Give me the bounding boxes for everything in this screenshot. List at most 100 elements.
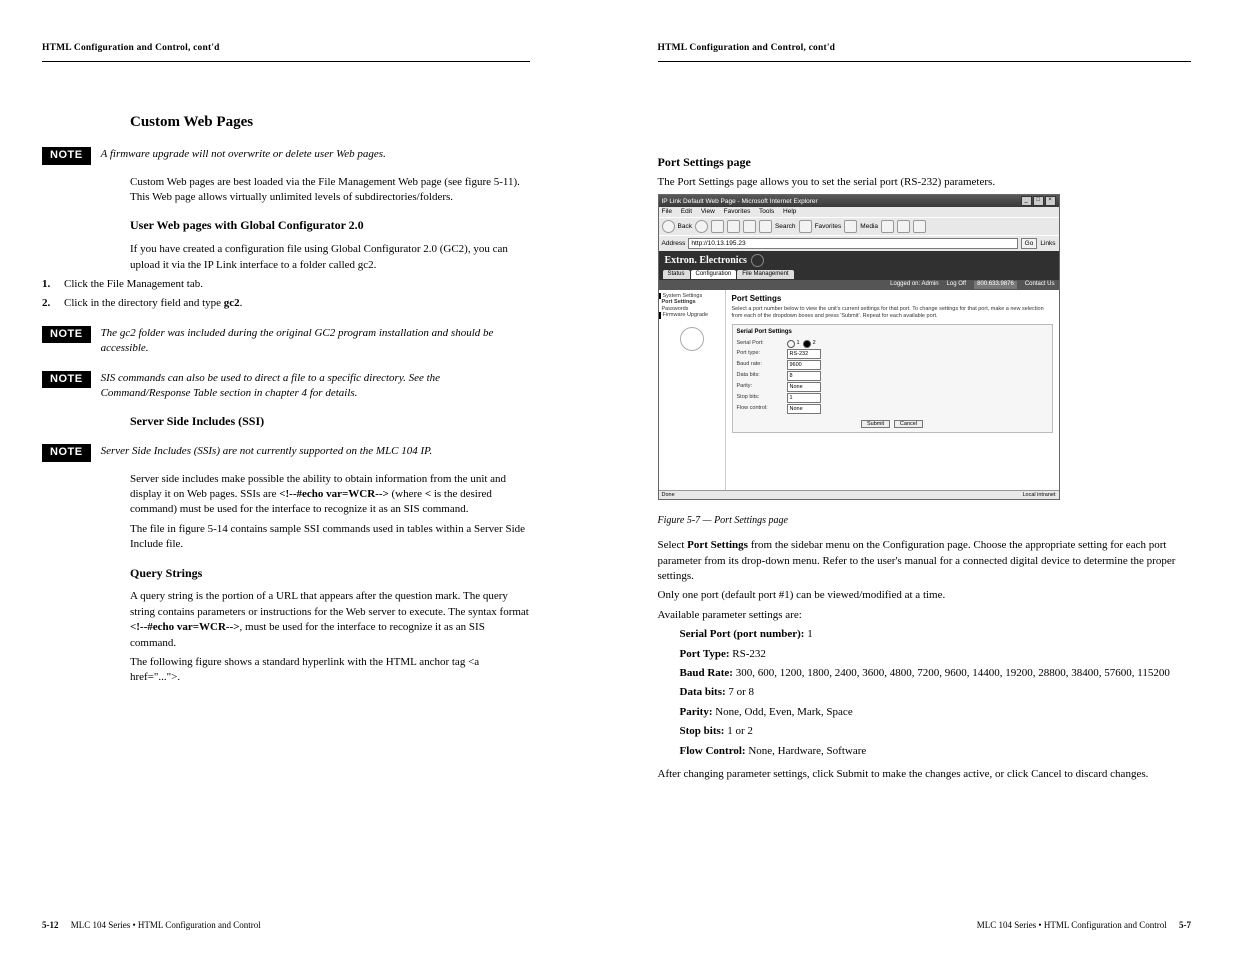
search-label: Search — [775, 223, 796, 231]
menu-file[interactable]: File — [662, 208, 672, 215]
logoff-link[interactable]: Log Off — [947, 281, 967, 288]
paragraph: Select Port Settings from the sidebar me… — [658, 538, 1192, 584]
print-icon[interactable] — [913, 220, 926, 233]
maximize-icon[interactable]: □ — [1033, 196, 1044, 206]
settings-panel: Serial Port Settings Serial Port: 1 2 Po… — [732, 324, 1053, 433]
tab-file-management[interactable]: File Management — [737, 270, 793, 279]
paragraph: After changing parameter settings, click… — [658, 767, 1192, 782]
sidebar-item-port[interactable]: Port Settings — [662, 299, 722, 306]
paragraph: The following figure shows a standard hy… — [130, 655, 530, 686]
subsection-title: Port Settings page — [658, 154, 1192, 171]
window-titlebar: IP Link Default Web Page - Microsoft Int… — [659, 195, 1059, 207]
phone: 800.633.9876 — [974, 281, 1017, 288]
row-parity: Parity: None — [737, 382, 1048, 392]
radio-port-2[interactable] — [803, 340, 811, 348]
button-row: Submit Cancel — [737, 420, 1048, 429]
select-port-type[interactable]: RS-232 — [787, 349, 821, 359]
back-icon[interactable] — [662, 220, 675, 233]
screenshot-port-settings: IP Link Default Web Page - Microsoft Int… — [658, 194, 1060, 500]
radio-port-1[interactable] — [787, 340, 795, 348]
contact-link[interactable]: Contact Us — [1025, 281, 1055, 288]
select-stop[interactable]: 1 — [787, 393, 821, 403]
address-label: Address — [662, 240, 686, 248]
left-page: HTML Configuration and Control, cont'd C… — [0, 0, 618, 954]
submit-button[interactable]: Submit — [861, 420, 890, 429]
paragraph: A query string is the portion of a URL t… — [130, 589, 530, 651]
note-badge: NOTE — [42, 371, 91, 388]
paragraph: Custom Web pages are best loaded via the… — [130, 175, 530, 206]
refresh-icon[interactable] — [727, 220, 740, 233]
status-left: Done — [662, 492, 675, 499]
row-baud: Baud rate: 9600 — [737, 360, 1048, 370]
select-parity[interactable]: None — [787, 382, 821, 392]
favorites-label: Favorites — [815, 223, 842, 231]
forward-icon[interactable] — [695, 220, 708, 233]
tab-configuration[interactable]: Configuration — [691, 270, 737, 279]
media-label: Media — [860, 223, 878, 231]
menubar: File Edit View Favorites Tools Help — [659, 207, 1059, 217]
media-icon[interactable] — [844, 220, 857, 233]
page-title: Port Settings — [732, 294, 1053, 304]
main-tabs: Status Configuration File Management — [659, 270, 1059, 280]
sidebar-item-system[interactable]: System Settings — [659, 293, 722, 300]
rule-left — [42, 61, 530, 62]
paragraph: If you have created a configuration file… — [130, 242, 530, 273]
home-icon[interactable] — [743, 220, 756, 233]
links-label[interactable]: Links — [1040, 240, 1055, 248]
rule-right — [658, 61, 1192, 62]
tab-status[interactable]: Status — [663, 270, 690, 279]
main-panel: Port Settings Select a port number below… — [726, 290, 1059, 490]
select-data[interactable]: 8 — [787, 371, 821, 381]
paragraph: The file in figure 5-14 contains sample … — [130, 522, 530, 553]
row-data: Data bits: 8 — [737, 371, 1048, 381]
toolbar: Back Search Favorites Media — [659, 217, 1059, 235]
note-text: SIS commands can also be used to direct … — [101, 371, 530, 402]
param-line: Serial Port (port number): 1 — [680, 627, 1192, 642]
menu-help[interactable]: Help — [783, 208, 796, 215]
footer-right: MLC 104 Series • HTML Configuration and … — [977, 919, 1191, 932]
menu-view[interactable]: View — [701, 208, 715, 215]
param-line: Baud Rate: 300, 600, 1200, 1800, 2400, 3… — [680, 666, 1192, 681]
close-icon[interactable]: × — [1045, 196, 1056, 206]
row-serial-port: Serial Port: 1 2 — [737, 340, 1048, 348]
note-badge: NOTE — [42, 147, 91, 164]
paragraph: Only one port (default port #1) can be v… — [658, 588, 1192, 603]
search-icon[interactable] — [759, 220, 772, 233]
status-right: Local intranet — [1022, 492, 1055, 499]
mail-icon[interactable] — [897, 220, 910, 233]
address-input[interactable]: http://10.13.195.23 — [688, 238, 1017, 249]
sidebar: System Settings Port Settings Passwords … — [659, 290, 726, 490]
logged-on: Logged on: Admin — [890, 281, 938, 288]
subhead-uwp: User Web pages with Global Configurator … — [130, 217, 530, 234]
step-1: 1. Click the File Management tab. — [42, 277, 530, 292]
note-text: Server Side Includes (SSIs) are not curr… — [101, 444, 530, 459]
note-4: NOTE Server Side Includes (SSIs) are not… — [42, 444, 530, 461]
sidebar-item-passwords[interactable]: Passwords — [662, 306, 722, 313]
cancel-button[interactable]: Cancel — [894, 420, 923, 429]
stop-icon[interactable] — [711, 220, 724, 233]
minimize-icon[interactable]: _ — [1021, 196, 1032, 206]
content-area: System Settings Port Settings Passwords … — [659, 290, 1059, 490]
param-line: Port Type: RS-232 — [680, 647, 1192, 662]
select-flow[interactable]: None — [787, 404, 821, 414]
menu-favorites[interactable]: Favorites — [724, 208, 751, 215]
sidebar-item-firmware[interactable]: Firmware Upgrade — [659, 312, 722, 319]
favorites-icon[interactable] — [799, 220, 812, 233]
step-num: 1. — [42, 277, 64, 292]
menu-tools[interactable]: Tools — [759, 208, 774, 215]
step-num: 2. — [42, 296, 64, 311]
history-icon[interactable] — [881, 220, 894, 233]
window-buttons: _ □ × — [1021, 196, 1056, 206]
menu-edit[interactable]: Edit — [681, 208, 692, 215]
row-stop: Stop bits: 1 — [737, 393, 1048, 403]
window-title: IP Link Default Web Page - Microsoft Int… — [662, 198, 818, 206]
footer-text: MLC 104 Series • HTML Configuration and … — [71, 920, 261, 930]
paragraph: Server side includes make possible the a… — [130, 472, 530, 518]
subhead-qs: Query Strings — [130, 565, 530, 582]
page-number: 5-7 — [1179, 920, 1191, 930]
param-line: Data bits: 7 or 8 — [680, 685, 1192, 700]
select-baud[interactable]: 9600 — [787, 360, 821, 370]
brand-header: Extron. Electronics — [659, 251, 1059, 270]
go-button[interactable]: Go — [1021, 238, 1038, 249]
back-label: Back — [678, 223, 692, 231]
